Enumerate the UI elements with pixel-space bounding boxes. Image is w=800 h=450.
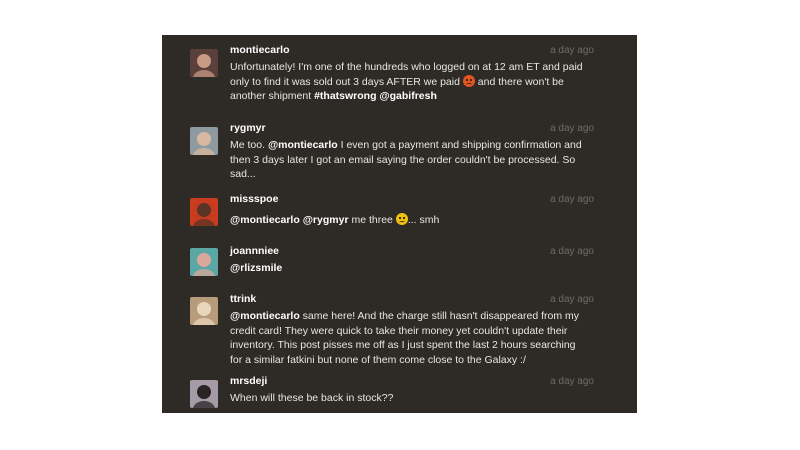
comment-timestamp[interactable]: a day ago [550, 122, 594, 135]
user-avatar[interactable] [190, 297, 218, 325]
comment-line: inventory. This post pisses me off as I … [230, 338, 600, 353]
avatar-image [190, 380, 218, 408]
comment-text: Unfortunately! I'm one of the hundreds w… [230, 60, 600, 104]
comment-line: @rlizsmile [230, 261, 600, 276]
mention-link[interactable]: @rlizsmile [230, 262, 282, 274]
comment-username[interactable]: ttrink [230, 293, 256, 306]
angry-face-icon [462, 74, 475, 87]
text-segment: inventory. This post pisses me off as I … [230, 339, 576, 351]
avatar-image [190, 297, 218, 325]
comment-line: then 3 days later I got an email saying … [230, 153, 600, 168]
comment-text: When will these be back in stock?? [230, 391, 600, 406]
text-segment: and there won't be [474, 75, 564, 88]
comment-timestamp[interactable]: a day ago [550, 193, 594, 206]
comment-line: sad... [230, 167, 600, 182]
comments-panel: montiecarlo a day ago Unfortunately! I'm… [162, 35, 637, 413]
comment-line: Me too. @montiecarlo I even got a paymen… [230, 138, 600, 153]
comment-text: @montiecarlo same here! And the charge s… [230, 309, 600, 367]
user-avatar[interactable] [190, 248, 218, 276]
text-segment: sad... [230, 168, 256, 180]
text-segment: for a similar fatkini but none of them c… [230, 353, 526, 366]
comment-line: credit card! They were quick to take the… [230, 324, 600, 339]
text-segment: When will these be back in stock?? [230, 392, 394, 404]
comment-timestamp[interactable]: a day ago [550, 293, 594, 306]
mention-link[interactable]: @rygmyr [303, 214, 349, 226]
text-segment: Unfortunately! I'm one of the hundreds w… [230, 61, 583, 73]
mention-link[interactable]: @gabifresh [379, 90, 437, 102]
text-segment: me three [348, 214, 396, 226]
comment-timestamp[interactable]: a day ago [550, 245, 594, 258]
text-segment: I even got a payment and shipping confir… [337, 139, 582, 151]
user-avatar[interactable] [190, 127, 218, 155]
comment-line: @montiecarlo @rygmyr me three ... smh [230, 213, 600, 228]
comment-line: another shipment #thatswrong @gabifresh [230, 89, 600, 104]
text-segment: ... smh [407, 214, 440, 226]
avatar-image [190, 127, 218, 155]
comment-line: only to find it was sold out 3 days AFTE… [230, 74, 600, 90]
comment-username[interactable]: joannniee [230, 245, 279, 258]
comment-line: for a similar fatkini but none of them c… [230, 353, 600, 368]
mention-link[interactable]: @montiecarlo [230, 310, 300, 322]
comment-timestamp[interactable]: a day ago [550, 44, 594, 57]
user-avatar[interactable] [190, 198, 218, 226]
text-segment: then 3 days later I got an email saying … [230, 153, 576, 166]
comment-username[interactable]: rygmyr [230, 122, 266, 135]
sad-face-icon [395, 213, 408, 225]
text-segment: credit card! They were quick to take the… [230, 324, 568, 337]
comment-line: Unfortunately! I'm one of the hundreds w… [230, 60, 600, 75]
user-avatar[interactable] [190, 49, 218, 77]
comment-timestamp[interactable]: a day ago [550, 375, 594, 388]
mention-link[interactable]: @montiecarlo [230, 214, 300, 226]
comment-username[interactable]: montiecarlo [230, 44, 290, 57]
comment-username[interactable]: missspoe [230, 193, 278, 206]
text-segment: another shipment [230, 90, 315, 102]
mention-link[interactable]: #thatswrong [314, 90, 376, 102]
comment-text: @montiecarlo @rygmyr me three ... smh [230, 213, 600, 228]
text-segment: same here! And the charge still hasn't d… [299, 310, 579, 322]
avatar-image [190, 49, 218, 77]
user-avatar[interactable] [190, 380, 218, 408]
comment-text: @rlizsmile [230, 261, 600, 276]
comment-username[interactable]: mrsdeji [230, 375, 267, 388]
avatar-image [190, 198, 218, 226]
text-segment: only to find it was sold out 3 days AFTE… [230, 75, 463, 88]
comment-text: Me too. @montiecarlo I even got a paymen… [230, 138, 600, 182]
text-segment: Me too. [230, 139, 268, 151]
comment-line: When will these be back in stock?? [230, 391, 600, 406]
mention-link[interactable]: @montiecarlo [268, 139, 338, 151]
avatar-image [190, 248, 218, 276]
comment-line: @montiecarlo same here! And the charge s… [230, 309, 600, 324]
